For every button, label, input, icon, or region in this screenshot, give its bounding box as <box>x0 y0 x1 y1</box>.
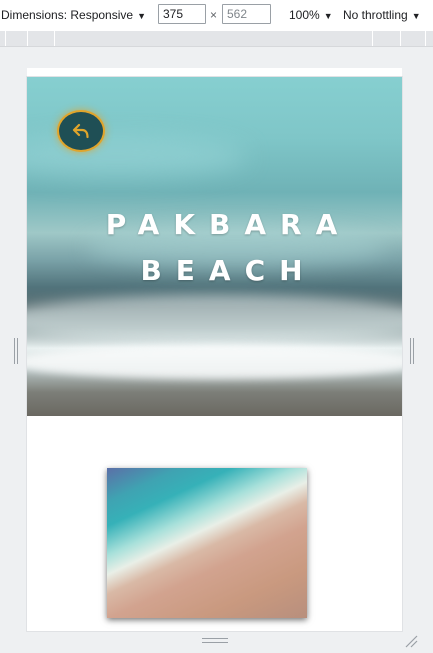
viewport-frame <box>27 68 402 77</box>
width-input[interactable] <box>158 4 206 24</box>
height-input[interactable] <box>222 4 271 24</box>
hero-title-line2: BEACH <box>140 254 317 287</box>
zoom-dropdown[interactable]: 100% ▼ <box>289 8 333 22</box>
ruler-divider <box>372 31 373 46</box>
hero-title-line1: PAKBARA <box>105 208 352 241</box>
wave-foam <box>27 295 402 345</box>
back-arrow-icon <box>72 123 89 139</box>
bottom-resize-handle[interactable] <box>202 638 228 643</box>
hero-beach-image: PAKBARA BEACH <box>27 77 402 416</box>
throttling-dropdown[interactable]: No throttling ▼ <box>343 8 421 22</box>
chevron-down-icon: ▼ <box>323 11 333 21</box>
throttling-label: No throttling <box>343 8 408 22</box>
left-resize-handle[interactable] <box>14 338 18 364</box>
right-resize-handle[interactable] <box>410 338 414 364</box>
wave-highlight <box>27 137 247 177</box>
dimensions-dropdown[interactable]: Dimensions: Responsive ▼ <box>1 8 146 22</box>
ruler-divider <box>54 31 55 46</box>
wave-foam <box>27 345 402 379</box>
dimensions-label: Dimensions: Responsive <box>1 8 134 22</box>
chevron-down-icon: ▼ <box>137 11 146 21</box>
devtools-toolbar: Dimensions: Responsive▼ × 100%▼ No throt… <box>0 0 433 32</box>
ruler-divider <box>27 31 28 46</box>
beach-aerial-photo <box>107 468 307 618</box>
resize-corner-icon[interactable] <box>404 634 418 648</box>
media-query-ruler[interactable] <box>0 31 433 47</box>
ruler-divider <box>5 31 6 46</box>
zoom-label: 100% <box>289 8 320 22</box>
emulated-viewport: PAKBARA BEACH <box>27 77 402 631</box>
ruler-divider <box>425 31 426 46</box>
back-button[interactable] <box>59 112 103 150</box>
ruler-divider <box>400 31 401 46</box>
times-icon: × <box>210 8 218 22</box>
chevron-down-icon: ▼ <box>411 11 421 21</box>
